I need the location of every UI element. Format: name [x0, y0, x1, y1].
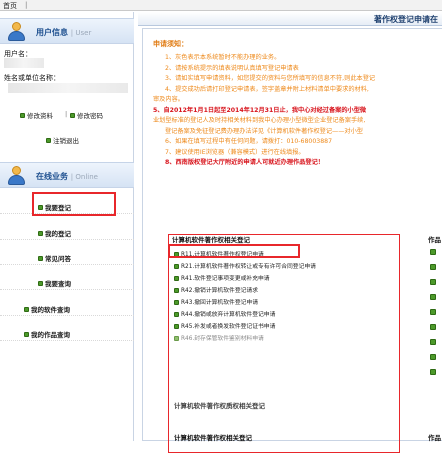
username-value-redacted — [4, 58, 44, 68]
notice-line: 审及内容。 — [153, 96, 184, 103]
main-header: 著作权登记申请在 — [138, 12, 442, 26]
green-bullet-icon — [24, 306, 29, 312]
green-bullet-icon — [70, 112, 75, 118]
topbar-separator: | — [25, 1, 28, 9]
menu-item-my-software[interactable]: 我的软件查询 — [0, 300, 134, 316]
works-check-icon[interactable] — [430, 294, 436, 300]
works-check-icon[interactable] — [430, 324, 436, 330]
online-business-header: 在线业务 | Online — [0, 162, 134, 188]
notice-block: 申请须知： 1、灰色表示本系统暂时不能办理的业务。 2、请按系统提示的填表说明认… — [153, 39, 442, 169]
business-avatar-icon — [8, 166, 25, 186]
main-header-title: 著作权登记申请在 — [374, 15, 438, 24]
works-check-icon[interactable] — [430, 279, 436, 285]
works-check-icon[interactable] — [430, 309, 436, 315]
notice-line: 4、提交成功后请打印登记申请表，签字盖章并附上材料清单中要求的材料, — [165, 85, 369, 93]
green-bullet-icon — [38, 255, 43, 261]
user-avatar-icon — [8, 22, 25, 42]
notice-title: 申请须知： — [153, 40, 188, 48]
user-info-title: 用户信息 | User — [36, 28, 92, 37]
org-name-value-redacted — [8, 83, 128, 93]
section-pledge-title: 计算机软件著作权质权相关登记 — [174, 402, 265, 410]
online-business-title: 在线业务 | Online — [36, 172, 98, 181]
column-head-works: 作品 — [428, 236, 441, 244]
works-check-icon[interactable] — [430, 354, 436, 360]
notice-line: 6、如果在填写过程中有任何问题，请拨打：010-68003887 — [165, 138, 333, 145]
menu-item-faq[interactable]: 常见问答 — [0, 249, 134, 265]
org-name-label: 姓名或单位名称： — [4, 74, 60, 82]
logout-link[interactable]: 注销退出 — [46, 135, 79, 145]
link-divider: | — [65, 110, 68, 118]
green-bullet-icon — [38, 280, 43, 286]
works-check-icon[interactable] — [430, 249, 436, 255]
online-business-subtitle: | Online — [70, 173, 98, 181]
edit-profile-link[interactable]: 修改资料 — [20, 110, 53, 120]
user-info-subtitle: | User — [70, 29, 92, 37]
highlight-register-box — [32, 192, 116, 216]
change-password-link[interactable]: 修改密码 — [70, 110, 103, 120]
notice-line: 8、西南版权登记大厅附近的申请人可就近办理作品登记！ — [165, 159, 324, 166]
green-bullet-icon — [46, 137, 51, 143]
notice-line: 5、自2012年1月1日起至2014年12月31日止，我中心对经过备案的小型微 — [153, 106, 367, 114]
home-link[interactable]: 首页 — [3, 1, 17, 11]
works-check-icon[interactable] — [430, 264, 436, 270]
highlight-section-box — [168, 234, 400, 453]
green-bullet-icon — [24, 331, 29, 337]
menu-item-my-works[interactable]: 我的作品查询 — [0, 325, 134, 341]
main-panel: 著作权登记申请在 申请须知： 1、灰色表示本系统暂时不能办理的业务。 2、请按系… — [138, 12, 442, 453]
works-check-icon[interactable] — [430, 369, 436, 375]
notice-line: 1、灰色表示本系统暂时不能办理的业务。 — [165, 54, 281, 61]
green-bullet-icon — [38, 230, 43, 236]
menu-item-query[interactable]: 我要查询 — [0, 274, 134, 290]
notice-line: 登记备案及免征登记费办理办法详见《计算机软件著作权登记——对小型 — [165, 127, 363, 135]
notice-line: 3、请如实填写申请资料，如您提交的资料与您所填写的信息不符,则此本登记 — [165, 75, 376, 82]
user-info-header: 用户信息 | User — [0, 18, 134, 44]
works-check-icon[interactable] — [430, 339, 436, 345]
green-bullet-icon — [20, 112, 25, 118]
top-bar: 首页 | — [0, 0, 442, 11]
notice-line: 7、建议使用IE浏览器（兼容模式）进行在线填报。 — [165, 148, 305, 156]
sidebar: 用户信息 | User 用户名： 姓名或单位名称： 修改资料 | 修改密码 注销… — [0, 12, 134, 441]
notice-line: 2、请按系统提示的填表说明认真填写登记申请表 — [165, 64, 299, 72]
menu-item-my-registrations[interactable]: 我的登记 — [0, 224, 134, 240]
notice-line: 业划型标准的登记人及时持相关材料到我中心办理小型微型企业登记备案手续, — [153, 117, 366, 124]
